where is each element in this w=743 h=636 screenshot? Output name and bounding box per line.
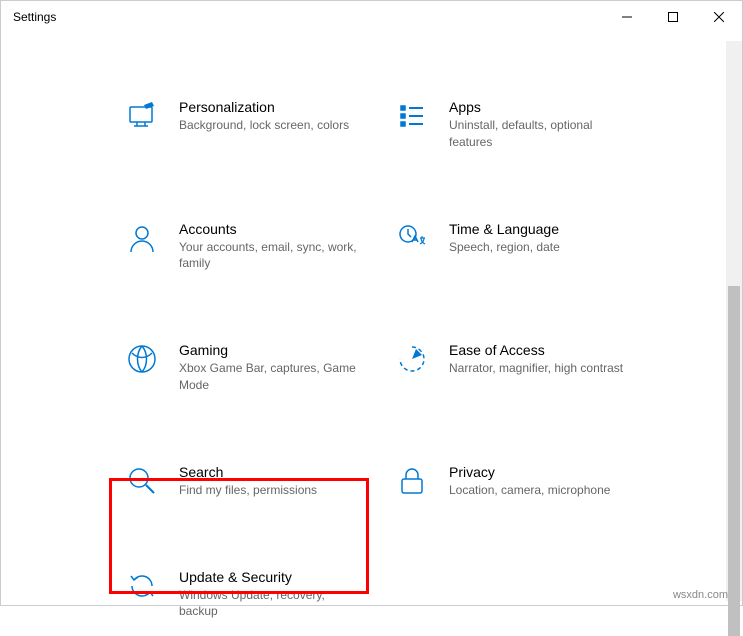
tile-title: Update & Security — [179, 569, 359, 585]
tile-update-security[interactable]: Update & Security Windows Update, recove… — [119, 563, 379, 627]
tile-apps[interactable]: Apps Uninstall, defaults, optional featu… — [389, 93, 649, 157]
scrollbar-track[interactable] — [726, 41, 742, 601]
tile-desc: Windows Update, recovery, backup — [179, 587, 359, 621]
tile-desc: Narrator, magnifier, high contrast — [449, 360, 623, 377]
time-language-icon — [395, 221, 429, 255]
tile-text: Ease of Access Narrator, magnifier, high… — [449, 342, 623, 377]
minimize-button[interactable] — [604, 1, 650, 33]
tile-privacy[interactable]: Privacy Location, camera, microphone — [389, 458, 649, 505]
scrollbar-thumb[interactable] — [728, 286, 740, 636]
tile-desc: Location, camera, microphone — [449, 482, 610, 499]
tile-desc: Uninstall, defaults, optional features — [449, 117, 629, 151]
search-icon — [125, 464, 159, 498]
tile-gaming[interactable]: Gaming Xbox Game Bar, captures, Game Mod… — [119, 336, 379, 400]
tile-text: Time & Language Speech, region, date — [449, 221, 560, 256]
window-controls — [604, 1, 742, 33]
tile-title: Privacy — [449, 464, 610, 480]
tile-text: Personalization Background, lock screen,… — [179, 99, 349, 134]
tile-text: Accounts Your accounts, email, sync, wor… — [179, 221, 359, 273]
privacy-icon — [395, 464, 429, 498]
ease-of-access-icon — [395, 342, 429, 376]
close-button[interactable] — [696, 1, 742, 33]
maximize-button[interactable] — [650, 1, 696, 33]
gaming-icon — [125, 342, 159, 376]
titlebar: Settings — [1, 1, 742, 33]
tile-title: Gaming — [179, 342, 359, 358]
tile-text: Search Find my files, permissions — [179, 464, 317, 499]
settings-content: Personalization Background, lock screen,… — [1, 33, 742, 626]
tile-desc: Find my files, permissions — [179, 482, 317, 499]
personalization-icon — [125, 99, 159, 133]
tile-text: Update & Security Windows Update, recove… — [179, 569, 359, 621]
tile-time-language[interactable]: Time & Language Speech, region, date — [389, 215, 649, 279]
tile-accounts[interactable]: Accounts Your accounts, email, sync, wor… — [119, 215, 379, 279]
tile-personalization[interactable]: Personalization Background, lock screen,… — [119, 93, 379, 157]
tile-text: Gaming Xbox Game Bar, captures, Game Mod… — [179, 342, 359, 394]
tile-search[interactable]: Search Find my files, permissions — [119, 458, 379, 505]
settings-grid: Personalization Background, lock screen,… — [119, 93, 742, 626]
accounts-icon — [125, 221, 159, 255]
tile-text: Privacy Location, camera, microphone — [449, 464, 610, 499]
tile-ease-of-access[interactable]: Ease of Access Narrator, magnifier, high… — [389, 336, 649, 400]
tile-desc: Background, lock screen, colors — [179, 117, 349, 134]
tile-text: Apps Uninstall, defaults, optional featu… — [449, 99, 629, 151]
window-title: Settings — [13, 10, 604, 24]
tile-title: Search — [179, 464, 317, 480]
tile-title: Accounts — [179, 221, 359, 237]
apps-icon — [395, 99, 429, 133]
tile-title: Ease of Access — [449, 342, 623, 358]
watermark: wsxdn.com — [673, 589, 728, 601]
tile-desc: Xbox Game Bar, captures, Game Mode — [179, 360, 359, 394]
update-security-icon — [125, 569, 159, 603]
tile-title: Personalization — [179, 99, 349, 115]
tile-title: Time & Language — [449, 221, 560, 237]
tile-desc: Your accounts, email, sync, work, family — [179, 239, 359, 273]
tile-desc: Speech, region, date — [449, 239, 560, 256]
tile-title: Apps — [449, 99, 629, 115]
